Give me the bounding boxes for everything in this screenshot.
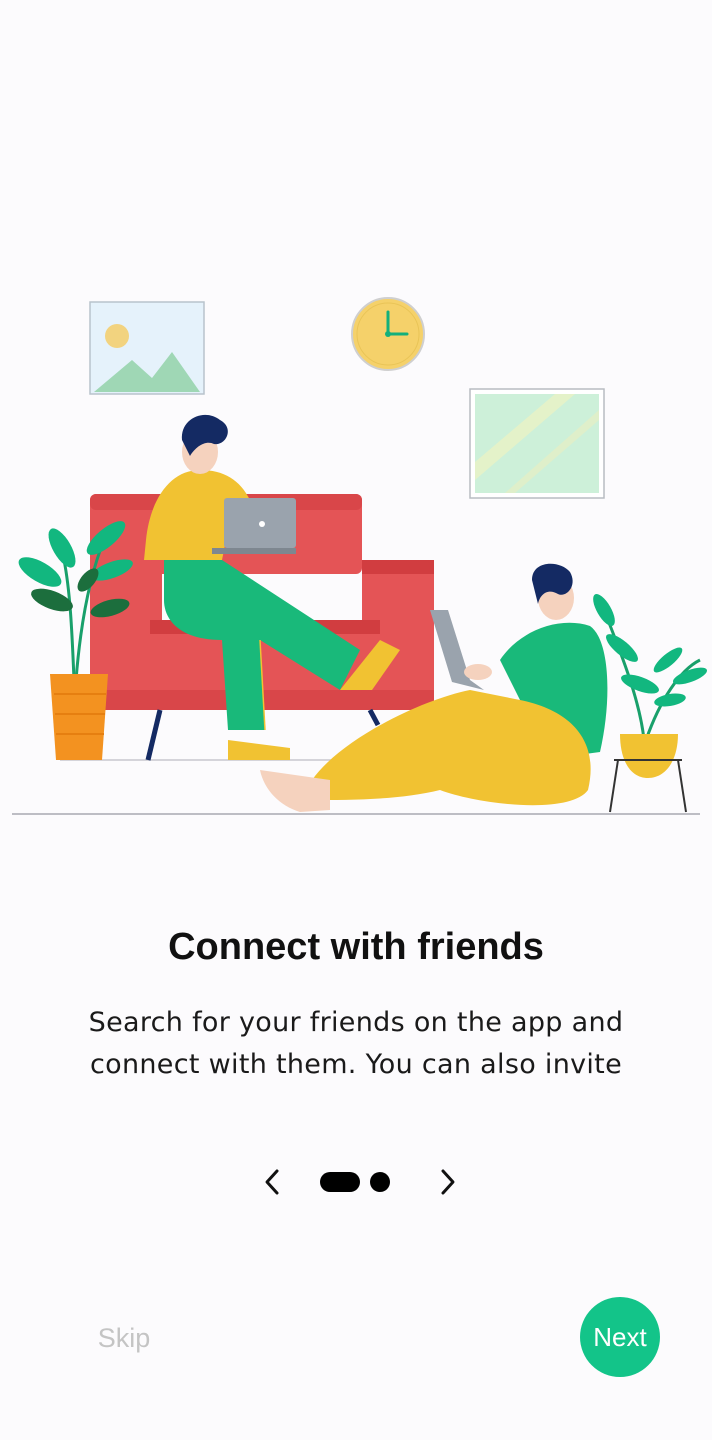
chevron-left-icon [265, 1169, 279, 1195]
clock-icon [351, 297, 425, 371]
page-dot-active[interactable] [320, 1172, 360, 1192]
page-dots [320, 1172, 390, 1192]
onboarding-illustration [12, 297, 708, 815]
page-dot[interactable] [370, 1172, 390, 1192]
next-page-arrow-button[interactable] [426, 1160, 470, 1204]
window-frame [469, 388, 605, 499]
onboarding-description: Search for your friends on the app and c… [88, 1007, 624, 1080]
page-indicator [0, 1160, 712, 1204]
next-button[interactable]: Next [580, 1297, 660, 1377]
previous-page-button[interactable] [250, 1160, 294, 1204]
landscape-picture-frame [89, 301, 205, 395]
chevron-right-icon [441, 1169, 455, 1195]
onboarding-title: Connect with friends [168, 926, 544, 968]
skip-button[interactable]: Skip [90, 1316, 158, 1360]
